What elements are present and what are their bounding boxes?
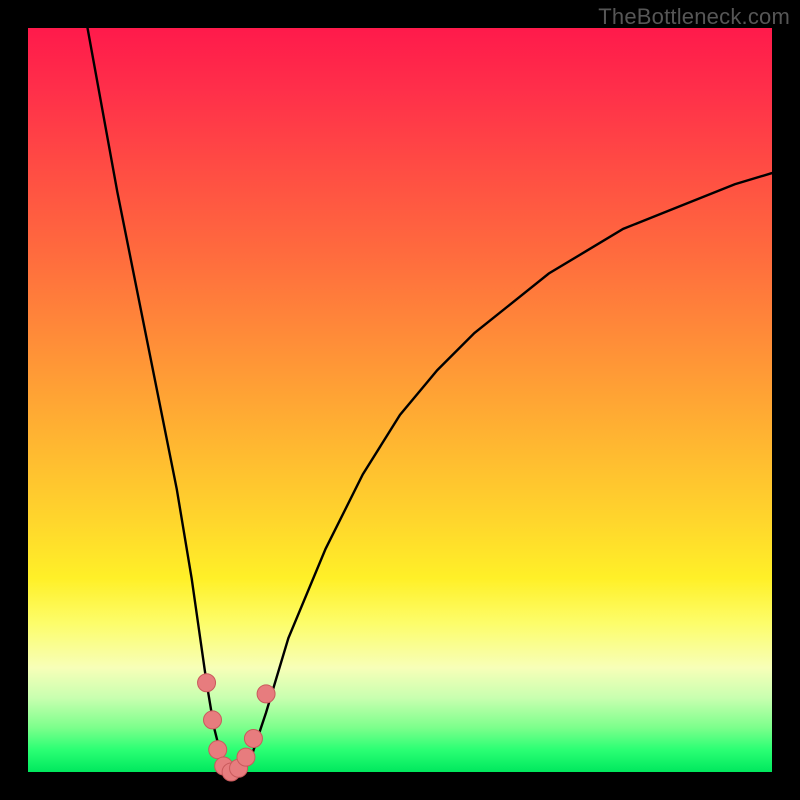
bottleneck-curve bbox=[88, 28, 772, 772]
curve-marker bbox=[204, 711, 222, 729]
curve-marker bbox=[198, 674, 216, 692]
curve-marker bbox=[257, 685, 275, 703]
watermark-text: TheBottleneck.com bbox=[598, 4, 790, 30]
curve-markers bbox=[198, 674, 276, 781]
curve-marker bbox=[209, 741, 227, 759]
curve-marker bbox=[244, 730, 262, 748]
curve-marker bbox=[237, 748, 255, 766]
chart-svg bbox=[28, 28, 772, 772]
outer-frame: TheBottleneck.com bbox=[0, 0, 800, 800]
plot-area bbox=[28, 28, 772, 772]
